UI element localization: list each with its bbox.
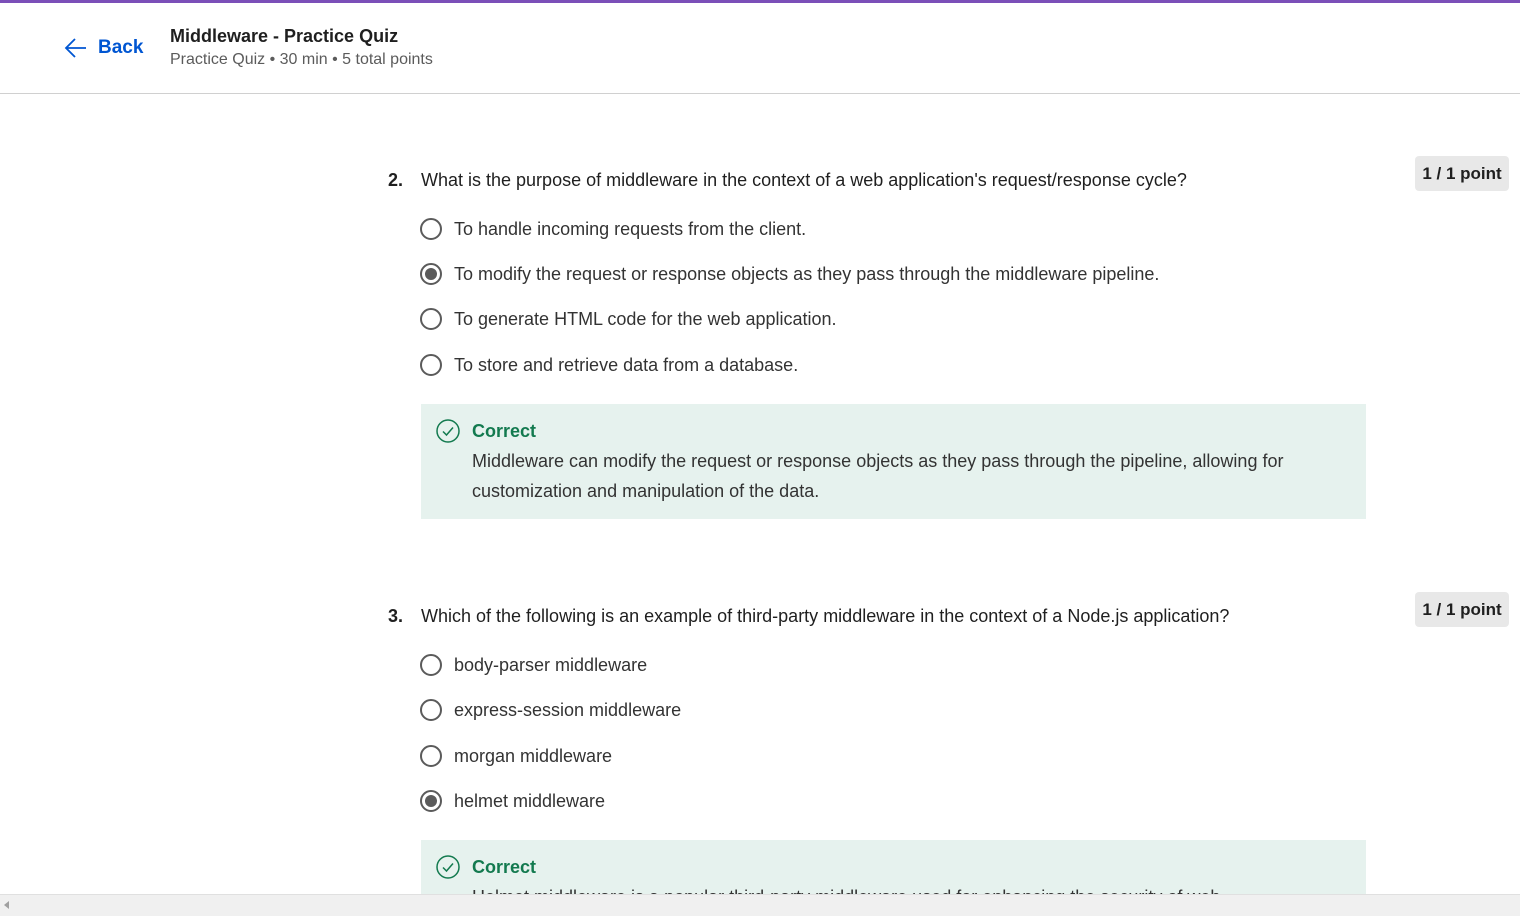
check-circle-icon (436, 855, 460, 879)
horizontal-scrollbar[interactable] (0, 894, 1520, 916)
option-label: express-session middleware (454, 699, 682, 720)
radio-button-selected[interactable] (420, 790, 442, 812)
radio-button[interactable] (420, 218, 442, 240)
question-text: What is the purpose of middleware in the… (421, 170, 1187, 190)
option-radio[interactable]: To modify the request or response object… (420, 259, 1159, 289)
radio-button-selected[interactable] (420, 263, 442, 285)
option-label: morgan middleware (454, 745, 613, 766)
option-radio[interactable]: To handle incoming requests from the cli… (420, 214, 806, 244)
option-label: To generate HTML code for the web applic… (454, 308, 837, 329)
arrow-left-icon (64, 38, 86, 58)
option-label: helmet middleware (454, 790, 606, 811)
radio-button[interactable] (420, 654, 442, 676)
scroll-left-arrow-icon[interactable] (4, 901, 9, 909)
radio-button[interactable] (420, 308, 442, 330)
feedback-box: Correct Helmet middleware is a popular t… (421, 840, 1366, 894)
feedback-title: Correct (472, 857, 537, 877)
question-number: 2. (388, 170, 404, 190)
question-number: 3. (388, 606, 404, 626)
radio-button[interactable] (420, 354, 442, 376)
option-radio[interactable]: helmet middleware (420, 786, 605, 816)
back-button[interactable]: Back (64, 36, 143, 60)
quiz-content: 2. What is the purpose of middleware in … (0, 94, 1520, 894)
radio-button[interactable] (420, 745, 442, 767)
option-label: body-parser middleware (454, 654, 648, 675)
option-radio[interactable]: To store and retrieve data from a databa… (420, 350, 798, 380)
feedback-text: Helmet middleware is a popular third-par… (472, 882, 1342, 894)
feedback-title: Correct (472, 421, 537, 441)
points-badge: 1 / 1 point (1415, 592, 1509, 627)
radio-button[interactable] (420, 699, 442, 721)
points-badge: 1 / 1 point (1415, 156, 1509, 191)
feedback-box: Correct Middleware can modify the reques… (421, 404, 1366, 519)
option-label: To modify the request or response object… (454, 263, 1160, 284)
option-label: To store and retrieve data from a databa… (454, 354, 799, 375)
option-radio[interactable]: express-session middleware (420, 695, 681, 725)
back-label: Back (98, 37, 144, 58)
check-circle-icon (436, 419, 460, 443)
feedback-text: Middleware can modify the request or res… (472, 451, 1284, 501)
option-label: To handle incoming requests from the cli… (454, 218, 807, 239)
page-subtitle: Practice Quiz • 30 min • 5 total points (170, 51, 433, 68)
option-radio[interactable]: body-parser middleware (420, 650, 647, 680)
question-text: Which of the following is an example of … (421, 606, 1230, 626)
option-radio[interactable]: To generate HTML code for the web applic… (420, 304, 837, 334)
option-radio[interactable]: morgan middleware (420, 741, 612, 771)
page-title: Middleware - Practice Quiz (170, 26, 399, 46)
quiz-header: Back Middleware - Practice Quiz Practice… (0, 3, 1520, 94)
